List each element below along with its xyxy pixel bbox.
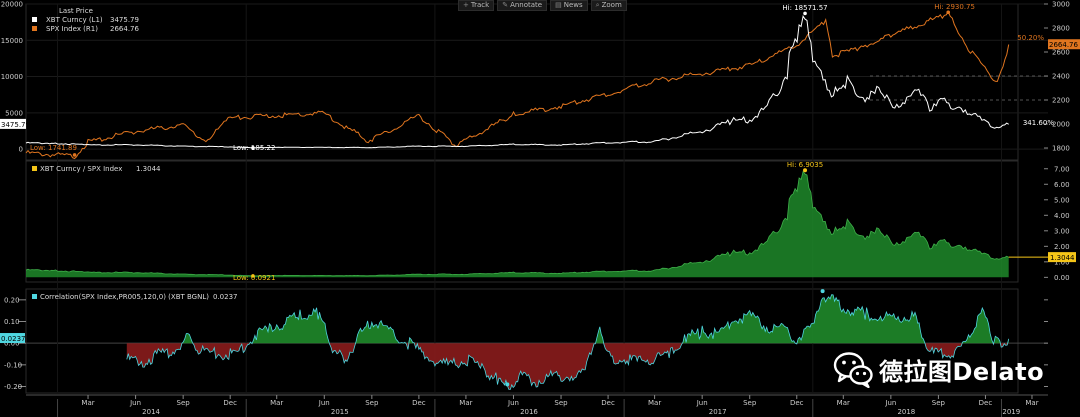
corr-last-tag-label: 0.0237 [1, 335, 26, 343]
x-year-label: 2014 [142, 408, 160, 416]
spx-pct-label: 50.20% [1017, 34, 1044, 42]
ratio-hi-label: Hi: 6.9035 [787, 161, 823, 169]
x-month-label: Mar [459, 399, 472, 407]
x-month-label: Jun [129, 399, 141, 407]
x-month-label: Mar [648, 399, 661, 407]
top-left-tick-label: 5000 [5, 109, 23, 117]
top-right-tick-label: 2000 [1052, 121, 1070, 129]
top-left-tick-label: 10000 [1, 73, 23, 81]
top-left-tick-label: 20000 [1, 1, 23, 9]
mid-right-tick-label: 4.00 [1054, 212, 1070, 220]
zoom-button[interactable]: ⌕ Zoom [590, 0, 627, 11]
legend-label-corr: Correlation(SPX Index,PR005,120,0) (XBT … [40, 293, 209, 301]
x-month-label: Sep [177, 399, 191, 407]
x-month-label: Dec [979, 399, 993, 407]
x-month-label: Dec [412, 399, 426, 407]
track-button[interactable]: + Track [458, 0, 495, 11]
top-right-tick-label: 2200 [1052, 97, 1070, 105]
legend-header: Last Price [59, 7, 93, 15]
legend-value-xbt: 3475.79 [110, 16, 139, 24]
top-right-tick-label: 2400 [1052, 73, 1070, 81]
x-year-label: 2018 [897, 408, 915, 416]
ratio-low-label: Low: 0.0921 [233, 274, 275, 282]
track-label: Track [470, 1, 490, 9]
x-year-label: 2017 [709, 408, 727, 416]
x-month-label: Mar [270, 399, 283, 407]
spx-hi-label: Hi: 2930.75 [934, 3, 975, 11]
legend-swatch-spx [32, 26, 37, 31]
x-year-label: 2015 [331, 408, 349, 416]
news-icon: ▤ [555, 1, 562, 9]
bot-left-tick-label: -0.20 [4, 383, 22, 391]
legend-swatch-xbt [32, 17, 37, 22]
middle-legend: XBT Curncy / SPX Index 1.3044 [32, 165, 161, 173]
news-label: News [563, 1, 583, 9]
mid-right-tick-label: 5.00 [1054, 196, 1070, 204]
watermark-text: 德拉图Delato [879, 357, 1045, 386]
spx-low-marker [72, 153, 77, 157]
mid-right-tick-label: 2.00 [1054, 243, 1070, 251]
x-month-label: Sep [743, 399, 757, 407]
xbt-hi-label: Hi: 18571.57 [782, 4, 827, 12]
mid-right-tick-label: 7.00 [1054, 165, 1070, 173]
x-month-label: Dec [601, 399, 615, 407]
spx-low-label: Low: 1741.89 [30, 144, 77, 152]
zoom-icon: ⌕ [595, 1, 600, 9]
legend-value-spx: 2664.76 [110, 25, 139, 33]
spx-last-tag-label: 2664.76 [1049, 41, 1078, 49]
x-month-label: Mar [837, 399, 850, 407]
legend-value-ratio: 1.3044 [136, 165, 161, 173]
legend-label-ratio: XBT Curncy / SPX Index [40, 165, 122, 173]
bottom-legend: Correlation(SPX Index,PR005,120,0) (XBT … [32, 293, 238, 301]
legend-label-spx: SPX Index (R1) [46, 25, 98, 33]
x-month-label: Sep [554, 399, 568, 407]
wechat-icon [833, 352, 873, 388]
xbt-pct-label: 341.60% [1023, 119, 1054, 127]
top-left-tick-label: 0 [19, 146, 23, 154]
watermark: 德拉图Delato [833, 350, 1044, 388]
x-month-label: Sep [932, 399, 946, 407]
mid-right-tick-label: 0.00 [1054, 274, 1070, 282]
plus-icon: + [463, 1, 469, 9]
top-right-tick-label: 2600 [1052, 49, 1070, 57]
bot-left-tick-label: -0.10 [4, 361, 22, 369]
bot-left-tick-label: 0.20 [4, 296, 20, 304]
annotate-button[interactable]: ✎ Annotate [497, 0, 548, 11]
xbt-low-label: Low: 185.22 [233, 144, 275, 152]
chart-toolbar: + Track ✎ Annotate ▤ News ⌕ Zoom [458, 0, 627, 11]
top-left-tick-label: 15000 [1, 37, 23, 45]
mid-right-tick-label: 6.00 [1054, 181, 1070, 189]
legend-value-corr: 0.0237 [213, 293, 238, 301]
ratio-last-tag-label: 1.3044 [1050, 254, 1075, 262]
corr-low-marker [505, 382, 510, 387]
bot-left-tick-label: 0.10 [4, 318, 20, 326]
x-month-label: Jun [507, 399, 519, 407]
corr-hi-marker [820, 289, 825, 294]
spx-hi-marker [946, 10, 951, 15]
top-right-tick-label: 2800 [1052, 25, 1070, 33]
x-month-label: Jun [884, 399, 896, 407]
x-month-label: Dec [223, 399, 237, 407]
zoom-label: Zoom [601, 1, 622, 9]
x-year-label: 2016 [520, 408, 538, 416]
top-right-tick-label: 1800 [1052, 145, 1070, 153]
x-month-label: Mar [1025, 399, 1038, 407]
pencil-icon: ✎ [502, 1, 509, 9]
mid-right-tick-label: 3.00 [1054, 227, 1070, 235]
annotate-label: Annotate [510, 1, 543, 9]
x-month-label: Sep [365, 399, 379, 407]
legend-swatch-corr [32, 294, 37, 299]
news-button[interactable]: ▤ News [550, 0, 588, 11]
legend-swatch-ratio [32, 166, 37, 171]
xbt-hi-marker [803, 11, 807, 16]
x-month-label: Jun [318, 399, 330, 407]
x-month-label: Jun [696, 399, 708, 407]
xbt-last-tag-label: 3475.79 [1, 121, 30, 129]
top-right-tick-label: 3000 [1052, 1, 1070, 9]
x-year-label: 2019 [1002, 408, 1020, 416]
x-month-label: Mar [81, 399, 94, 407]
x-month-label: Dec [790, 399, 804, 407]
legend-label-xbt: XBT Curncy (L1) [46, 16, 103, 24]
